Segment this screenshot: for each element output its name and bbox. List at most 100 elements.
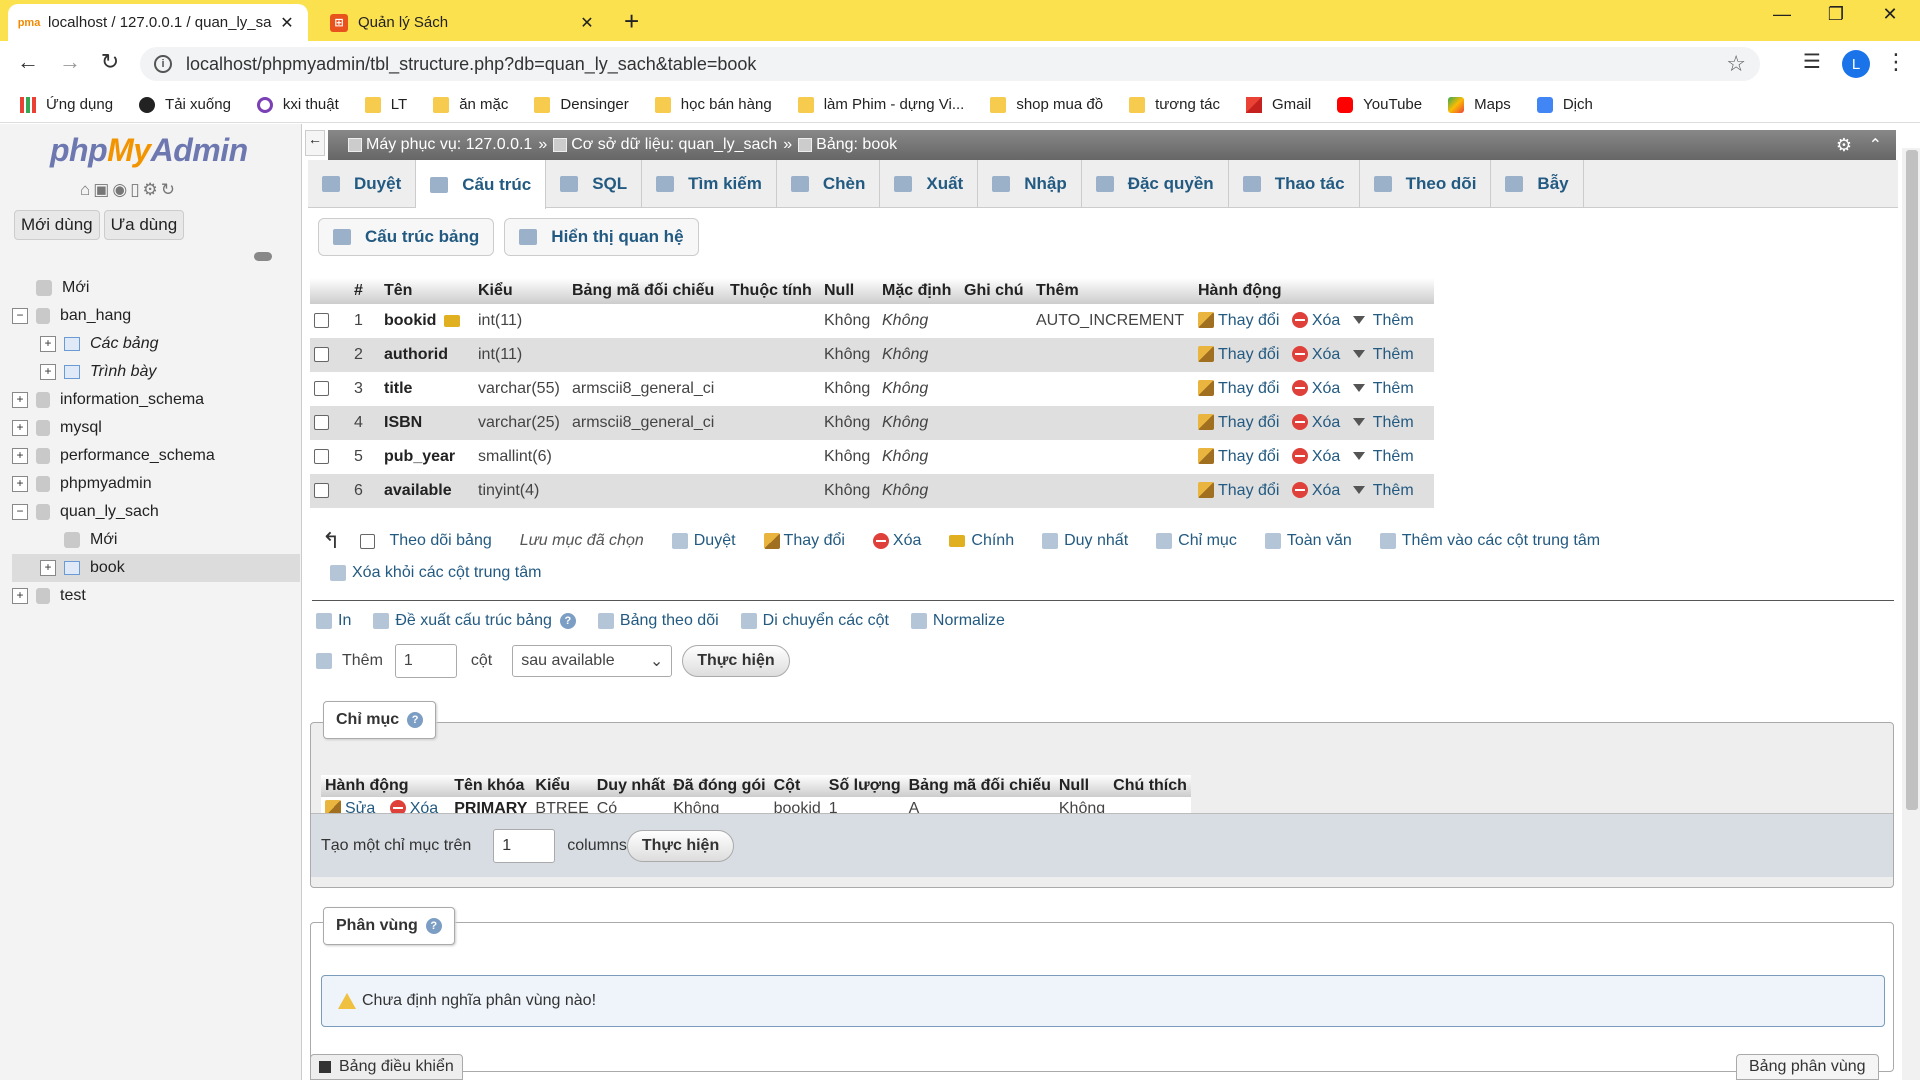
- change-button[interactable]: Thay đổi: [1198, 380, 1279, 397]
- back-icon[interactable]: ←: [12, 49, 44, 75]
- index-column-count-input[interactable]: 1: [493, 828, 556, 863]
- bookmark-youtube[interactable]: YouTube: [1337, 96, 1422, 113]
- new-tab-icon[interactable]: +: [624, 6, 639, 37]
- bulk-index-button[interactable]: Chỉ mục: [1156, 532, 1237, 550]
- bookmark-folder[interactable]: LT: [364, 96, 407, 113]
- bookmark-folder[interactable]: ăn mặc: [433, 96, 508, 113]
- bulk-change-button[interactable]: Thay đổi: [763, 532, 845, 550]
- row-checkbox[interactable]: [314, 449, 329, 465]
- column-header[interactable]: Thuộc tính: [726, 278, 820, 304]
- help-icon[interactable]: ◉: [112, 180, 130, 199]
- bulk-add-central-button[interactable]: Thêm vào các cột trung tâm: [1379, 532, 1600, 550]
- column-header[interactable]: Kiểu: [474, 278, 568, 304]
- create-index-go-button[interactable]: Thực hiện: [626, 829, 735, 862]
- bookmark-folder[interactable]: Densinger: [534, 96, 629, 113]
- bulk-fulltext-button[interactable]: Toàn văn: [1264, 532, 1352, 550]
- bulk-primary-button[interactable]: Chính: [949, 532, 1014, 550]
- tree-tables-group[interactable]: + Các bảng: [12, 330, 300, 358]
- row-checkbox[interactable]: [314, 415, 329, 431]
- tab-export[interactable]: Xuất: [880, 160, 979, 208]
- tree-db-performance-schema[interactable]: + performance_schema: [12, 442, 300, 470]
- tree-db-information-schema[interactable]: + information_schema: [12, 386, 300, 414]
- row-checkbox[interactable]: [314, 381, 329, 397]
- collapse-sidebar-button[interactable]: ←: [305, 130, 325, 156]
- check-all[interactable]: Theo dõi bảng: [360, 532, 492, 550]
- change-button[interactable]: Thay đổi: [1198, 482, 1279, 499]
- help-icon[interactable]: ?: [559, 613, 576, 629]
- print-button[interactable]: In: [316, 612, 351, 630]
- browser-menu-icon[interactable]: ⋮: [1880, 49, 1912, 75]
- subtab-relation-view[interactable]: Hiển thị quan hệ: [504, 218, 699, 256]
- help-icon[interactable]: ?: [407, 712, 424, 728]
- track-table-button[interactable]: Bảng theo dõi: [597, 612, 719, 630]
- tree-db-ban-hang[interactable]: − ban_hang: [12, 302, 300, 330]
- reload-nav-icon[interactable]: ↻: [161, 180, 178, 199]
- more-button[interactable]: Thêm: [1352, 312, 1414, 329]
- partition-table-button[interactable]: Bảng phân vùng: [1736, 1054, 1879, 1080]
- tree-new-database[interactable]: Mới: [12, 274, 300, 302]
- close-tab-icon[interactable]: ✕: [278, 13, 296, 33]
- drop-button[interactable]: Xóa: [1291, 380, 1340, 397]
- link-with-main-icon[interactable]: [254, 252, 272, 261]
- subtab-table-structure[interactable]: Cấu trúc bảng: [318, 218, 495, 256]
- tree-db-quan-ly-sach[interactable]: − quan_ly_sach: [12, 498, 300, 526]
- bookmark-star-icon[interactable]: ☆: [1726, 51, 1746, 77]
- change-button[interactable]: Thay đổi: [1198, 414, 1279, 431]
- tab-browse[interactable]: Duyệt: [308, 160, 417, 208]
- more-button[interactable]: Thêm: [1352, 346, 1414, 363]
- home-icon[interactable]: ⌂: [80, 180, 93, 199]
- bookmark-folder[interactable]: tương tác: [1129, 96, 1220, 113]
- bookmark-translate[interactable]: Dịch: [1536, 96, 1593, 113]
- tab-sql[interactable]: SQL: [546, 160, 643, 208]
- exit-icon[interactable]: ▣: [93, 180, 112, 199]
- expand-icon[interactable]: +: [12, 588, 28, 604]
- tab-tracking[interactable]: Theo dõi: [1360, 160, 1492, 208]
- row-checkbox[interactable]: [314, 483, 329, 499]
- drop-button[interactable]: Xóa: [1291, 482, 1340, 499]
- expand-icon[interactable]: +: [40, 336, 56, 352]
- expand-icon[interactable]: +: [12, 476, 28, 492]
- minimize-icon[interactable]: —: [1762, 4, 1802, 25]
- tab-search[interactable]: Tìm kiếm: [642, 160, 777, 208]
- column-header[interactable]: Bảng mã đối chiếu: [568, 278, 726, 304]
- column-header[interactable]: Tên: [380, 278, 474, 304]
- address-bar[interactable]: i localhost/phpmyadmin/tbl_structure.php…: [140, 47, 1760, 81]
- column-count-input[interactable]: 1: [394, 644, 457, 678]
- reload-icon[interactable]: ↻: [94, 49, 126, 75]
- forward-icon[interactable]: →: [54, 49, 86, 75]
- column-position-select[interactable]: sau available ⌄: [512, 645, 673, 677]
- tab-import[interactable]: Nhập: [978, 160, 1082, 208]
- tree-table-book[interactable]: + book: [12, 554, 300, 582]
- profile-avatar[interactable]: L: [1842, 50, 1870, 78]
- drop-button[interactable]: Xóa: [1291, 346, 1340, 363]
- column-header[interactable]: Ghi chú: [960, 278, 1032, 304]
- help-icon[interactable]: ?: [425, 918, 442, 934]
- tree-db-mysql[interactable]: + mysql: [12, 414, 300, 442]
- drop-button[interactable]: Xóa: [1291, 312, 1340, 329]
- breadcrumb-database[interactable]: Cơ sở dữ liệu: quan_ly_sach: [571, 136, 777, 154]
- change-button[interactable]: Thay đổi: [1198, 346, 1279, 363]
- tree-new-table[interactable]: Mới: [12, 526, 300, 554]
- tree-db-phpmyadmin[interactable]: + phpmyadmin: [12, 470, 300, 498]
- change-button[interactable]: Thay đổi: [1198, 448, 1279, 465]
- recent-tables-button[interactable]: Mới dùng: [14, 210, 100, 240]
- tab-operations[interactable]: Thao tác: [1229, 160, 1360, 208]
- more-button[interactable]: Thêm: [1352, 380, 1414, 397]
- collapse-icon[interactable]: −: [12, 504, 28, 520]
- tab-triggers[interactable]: Bẫy: [1491, 160, 1584, 208]
- collapse-icon[interactable]: −: [12, 308, 28, 324]
- normalize-button[interactable]: Normalize: [910, 612, 1005, 630]
- more-button[interactable]: Thêm: [1352, 482, 1414, 499]
- row-checkbox[interactable]: [314, 313, 329, 329]
- tab-structure[interactable]: Cấu trúc: [416, 160, 547, 209]
- tab-insert[interactable]: Chèn: [777, 160, 881, 208]
- bookmark-apps[interactable]: Ứng dụng: [20, 96, 113, 113]
- tab-privileges[interactable]: Đặc quyền: [1082, 160, 1229, 208]
- bookmark-folder[interactable]: shop mua đồ: [990, 96, 1103, 113]
- phpmyadmin-logo[interactable]: phpMyAdmin: [50, 132, 248, 169]
- close-tab-icon[interactable]: ✕: [578, 13, 596, 33]
- docs-icon[interactable]: ▯: [130, 180, 142, 199]
- bulk-unique-button[interactable]: Duy nhất: [1042, 532, 1128, 550]
- column-header[interactable]: #: [350, 278, 380, 304]
- column-header[interactable]: Thêm: [1032, 278, 1194, 304]
